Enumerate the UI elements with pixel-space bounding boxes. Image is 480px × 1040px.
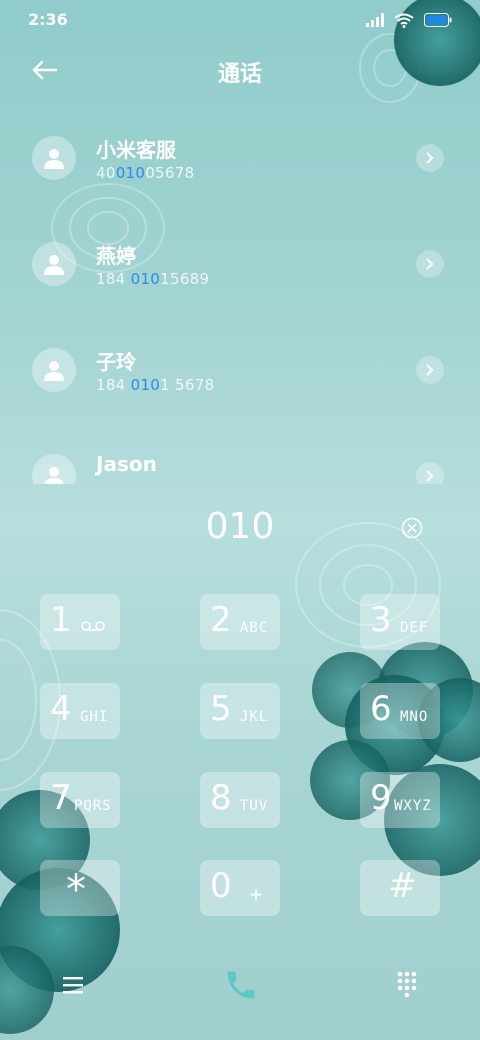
person-icon bbox=[44, 255, 64, 275]
person-icon bbox=[44, 361, 64, 381]
wifi-icon bbox=[394, 13, 414, 28]
key-7[interactable]: 7 PQRS bbox=[40, 772, 120, 828]
key-letters: ABC bbox=[240, 620, 269, 636]
contact-number: 184 01015689 bbox=[96, 270, 210, 288]
status-icons bbox=[366, 12, 452, 28]
chevron-right-icon bbox=[426, 470, 434, 482]
key-1[interactable]: 1 bbox=[40, 594, 120, 650]
key-letters: JKL bbox=[240, 709, 269, 725]
person-icon bbox=[44, 149, 64, 169]
menu-icon bbox=[63, 977, 83, 994]
key-hash[interactable]: # bbox=[360, 860, 440, 916]
chevron-right-icon bbox=[426, 152, 434, 164]
contact-item[interactable]: 小米客服 4001005678 bbox=[0, 120, 480, 210]
key-3[interactable]: 3 DEF bbox=[360, 594, 440, 650]
clear-button[interactable] bbox=[398, 514, 426, 542]
contact-number: 4001005678 bbox=[96, 164, 195, 182]
key-letters: DEF bbox=[400, 620, 429, 636]
key-digit: 9 bbox=[370, 778, 392, 818]
key-8[interactable]: 8 TUV bbox=[200, 772, 280, 828]
key-0[interactable]: 0 + bbox=[200, 860, 280, 916]
status-time: 2:36 bbox=[28, 10, 68, 29]
key-digit: 1 bbox=[50, 600, 72, 640]
clear-icon bbox=[401, 517, 423, 539]
key-letters: TUV bbox=[240, 798, 269, 814]
contact-name: Jason bbox=[96, 452, 157, 476]
person-icon bbox=[44, 467, 64, 484]
header: 通话 bbox=[0, 44, 480, 96]
key-digit: * bbox=[66, 867, 86, 913]
key-digit: 3 bbox=[370, 600, 392, 640]
key-digit: # bbox=[388, 866, 417, 906]
contact-item[interactable]: 燕婷 184 01015689 bbox=[0, 226, 480, 316]
contact-item[interactable]: 子玲 184 0101 5678 bbox=[0, 332, 480, 422]
contact-detail-button[interactable] bbox=[416, 462, 444, 484]
menu-button[interactable] bbox=[58, 970, 88, 1000]
key-digit: 7 bbox=[50, 778, 72, 818]
avatar bbox=[32, 136, 76, 180]
chevron-right-icon bbox=[426, 258, 434, 270]
key-digit: 0 bbox=[210, 866, 232, 906]
bottom-bar bbox=[0, 960, 480, 1010]
contact-suggestions: 小米客服 4001005678 燕婷 184 01015689 子玲 184 0… bbox=[0, 120, 480, 484]
contact-detail-button[interactable] bbox=[416, 144, 444, 172]
key-5[interactable]: 5 JKL bbox=[200, 683, 280, 739]
call-button[interactable] bbox=[222, 966, 260, 1004]
key-letters: GHI bbox=[80, 709, 109, 725]
number-display: 010 bbox=[0, 500, 480, 560]
key-letters: WXYZ bbox=[394, 798, 432, 814]
contact-detail-button[interactable] bbox=[416, 356, 444, 384]
key-2[interactable]: 2 ABC bbox=[200, 594, 280, 650]
contact-detail-button[interactable] bbox=[416, 250, 444, 278]
contact-name: 小米客服 bbox=[96, 138, 176, 162]
key-digit: 4 bbox=[50, 689, 72, 729]
contact-item[interactable]: Jason bbox=[0, 438, 480, 484]
key-9[interactable]: 9 WXYZ bbox=[360, 772, 440, 828]
key-digit: 2 bbox=[210, 600, 232, 640]
key-star[interactable]: * bbox=[40, 860, 120, 916]
avatar bbox=[32, 242, 76, 286]
status-bar: 2:36 bbox=[0, 0, 480, 40]
avatar bbox=[32, 454, 76, 484]
signal-icon bbox=[366, 13, 384, 27]
avatar bbox=[32, 348, 76, 392]
voicemail-icon bbox=[81, 621, 105, 631]
dialpad-toggle-button[interactable] bbox=[392, 968, 422, 1002]
key-digit: 5 bbox=[210, 689, 232, 729]
key-letters: MNO bbox=[400, 709, 429, 725]
dialpad-icon bbox=[397, 971, 417, 998]
key-digit: 6 bbox=[370, 689, 392, 729]
key-letters: + bbox=[250, 882, 264, 906]
key-4[interactable]: 4 GHI bbox=[40, 683, 120, 739]
battery-icon bbox=[424, 13, 452, 27]
key-letters: PQRS bbox=[74, 798, 112, 814]
contact-name: 子玲 bbox=[96, 350, 136, 374]
key-6[interactable]: 6 MNO bbox=[360, 683, 440, 739]
page-title: 通话 bbox=[217, 62, 262, 87]
contact-name: 燕婷 bbox=[96, 244, 136, 268]
phone-icon bbox=[227, 971, 255, 999]
key-digit: 8 bbox=[210, 778, 232, 818]
chevron-right-icon bbox=[426, 364, 434, 376]
contact-number: 184 0101 5678 bbox=[96, 376, 215, 394]
